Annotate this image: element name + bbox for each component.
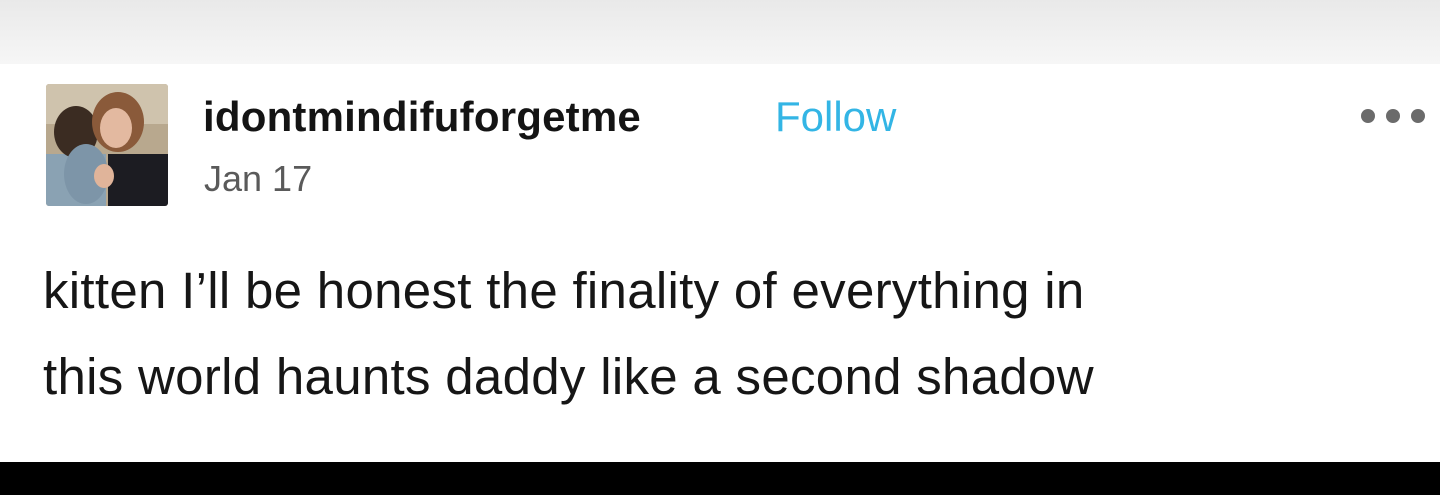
bottom-bar xyxy=(0,462,1440,495)
post-text-line: kitten I’ll be honest the finality of ev… xyxy=(43,262,1085,319)
ellipsis-icon[interactable] xyxy=(1355,100,1435,130)
post-body: kitten I’ll be honest the finality of ev… xyxy=(43,248,1413,420)
username-link[interactable]: idontmindifuforgetme xyxy=(203,90,641,144)
follow-button[interactable]: Follow xyxy=(775,90,896,144)
avatar[interactable] xyxy=(46,84,168,206)
post-text-line: this world haunts daddy like a second sh… xyxy=(43,348,1094,405)
top-strip xyxy=(0,0,1440,64)
post-card: idontmindifuforgetme Follow Jan 17 kitte… xyxy=(0,64,1440,462)
post-date: Jan 17 xyxy=(204,158,313,199)
